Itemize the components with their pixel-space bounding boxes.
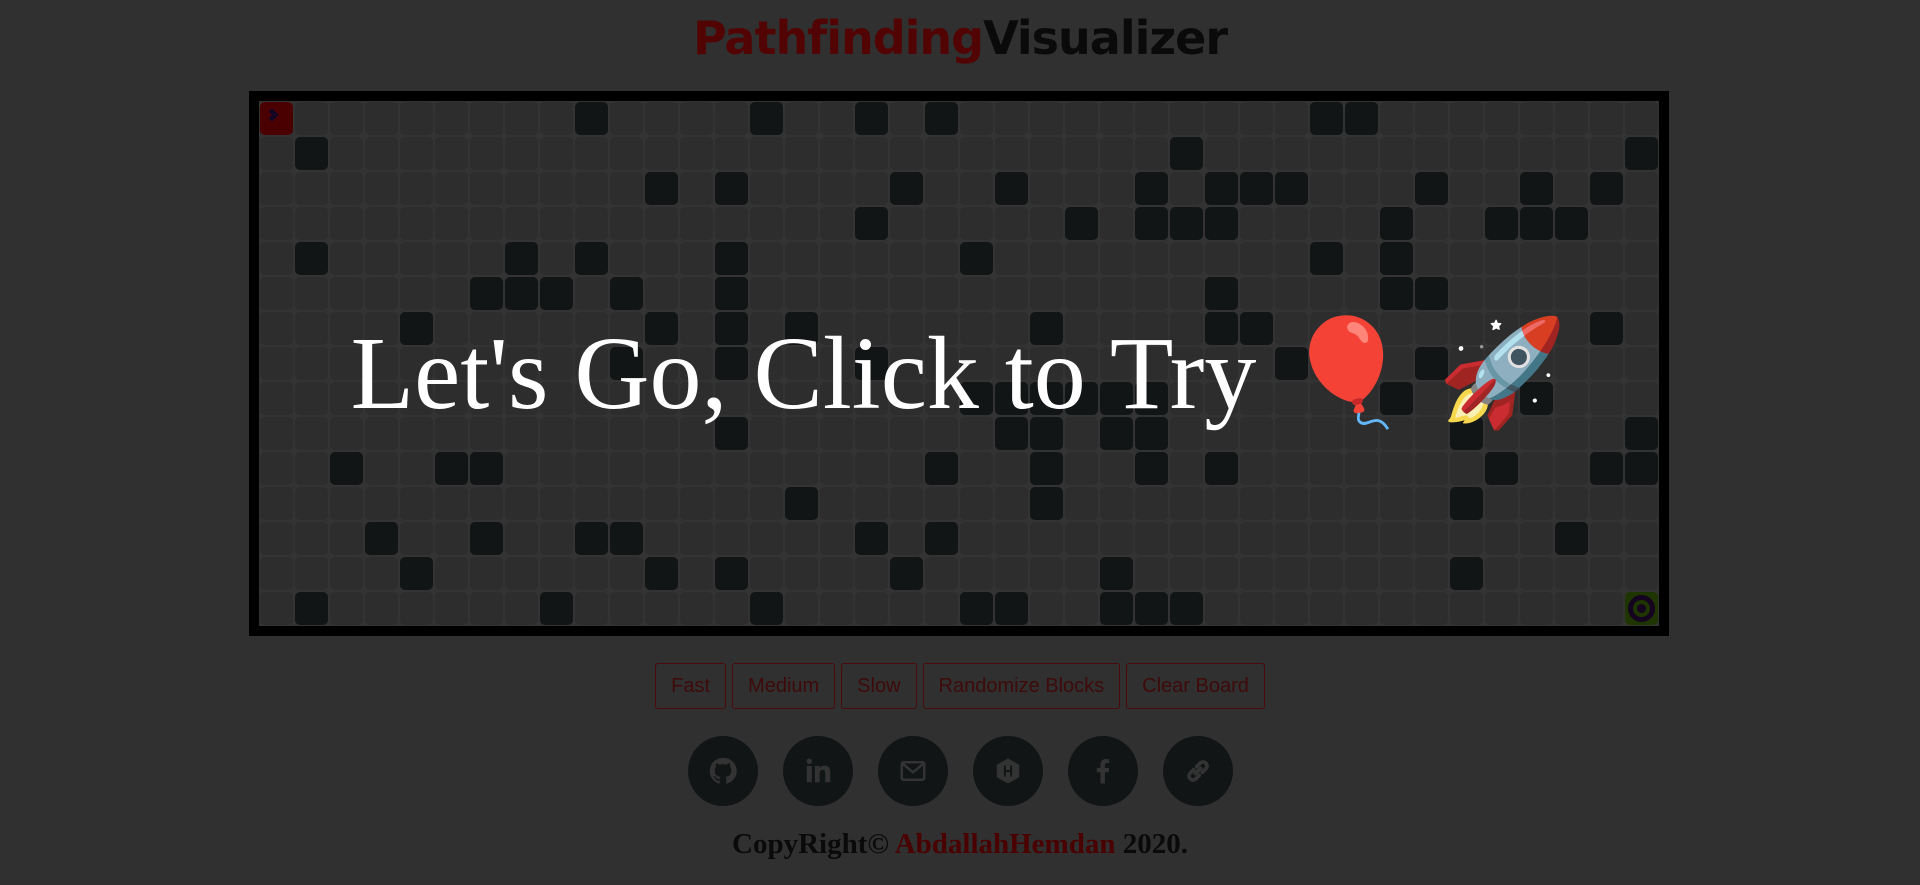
facebook-icon <box>1096 759 1109 784</box>
start-overlay[interactable]: Let's Go, Click to Try 🎈 🚀 <box>259 101 1659 626</box>
hackerrank-icon <box>996 758 1019 784</box>
randomize-blocks-button[interactable]: Randomize Blocks <box>922 663 1121 709</box>
copyright-text: CopyRight© <box>732 828 890 860</box>
github-icon <box>709 757 737 784</box>
email-link[interactable] <box>877 736 948 806</box>
linkedin-icon <box>806 758 830 783</box>
github-link[interactable] <box>687 736 758 806</box>
overlay-text[interactable]: Let's Go, Click to Try 🎈 🚀 <box>351 313 1568 434</box>
medium-button[interactable]: Medium <box>732 663 836 709</box>
linkedin-link[interactable] <box>782 736 853 806</box>
hackerrank-link[interactable] <box>972 736 1043 806</box>
grid-board[interactable]: Let's Go, Click to Try 🎈 🚀 <box>249 91 1669 636</box>
link-icon <box>1186 760 1209 782</box>
copyright-year: 2020. <box>1122 828 1188 860</box>
author-link[interactable]: AbdallahHemdan <box>895 828 1116 860</box>
title-visualizer: Visualizer <box>983 11 1228 65</box>
controls: Fast Medium Slow Randomize Blocks Clear … <box>0 663 1920 709</box>
website-link[interactable] <box>1162 736 1233 806</box>
footer: CopyRight© AbdallahHemdan 2020. <box>0 828 1920 861</box>
page-title: PathfindingVisualizer <box>0 8 1920 68</box>
title-pathfinding: Pathfinding <box>692 11 984 65</box>
clear-board-button[interactable]: Clear Board <box>1126 663 1265 709</box>
email-icon <box>900 761 925 781</box>
social-links <box>0 736 1920 806</box>
fast-button[interactable]: Fast <box>655 663 727 709</box>
slow-button[interactable]: Slow <box>841 663 917 709</box>
facebook-link[interactable] <box>1067 736 1138 806</box>
